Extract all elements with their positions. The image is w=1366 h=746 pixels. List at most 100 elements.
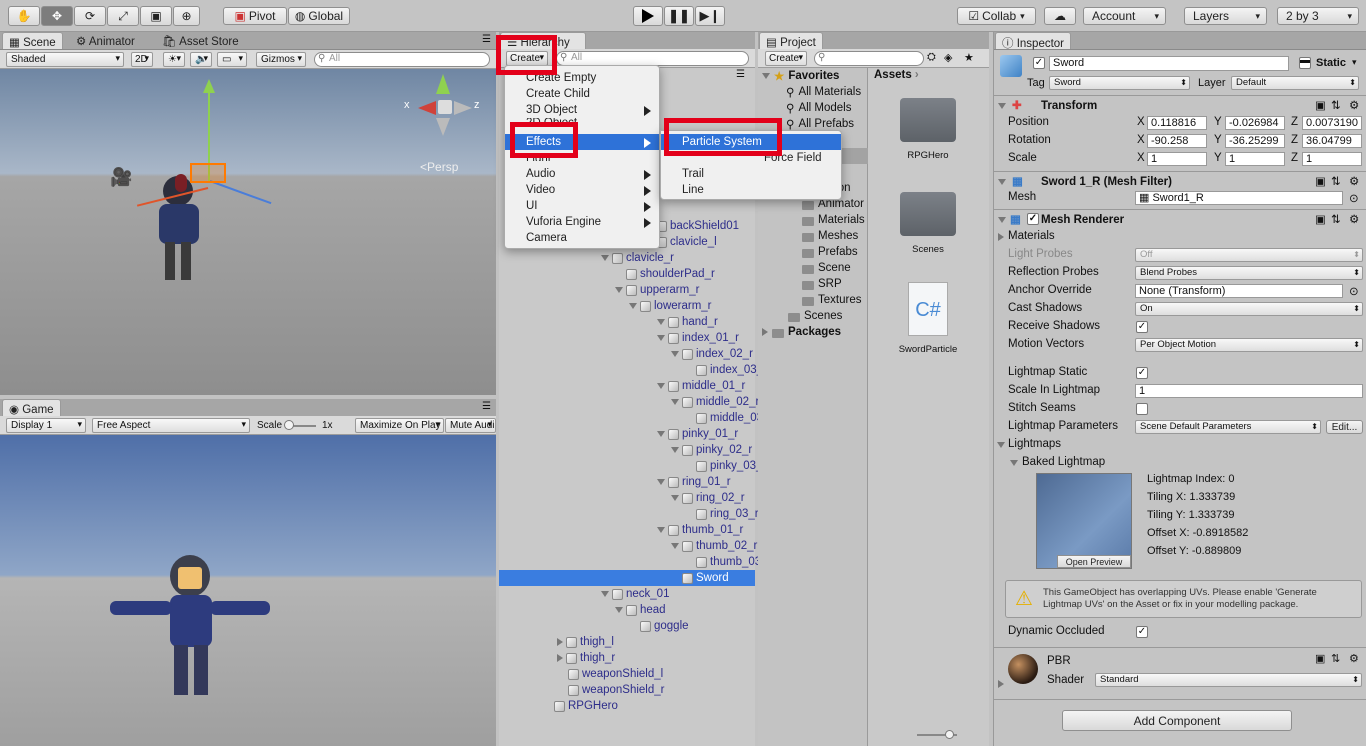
- submenu-trail[interactable]: Trail: [661, 166, 841, 182]
- project-search-input[interactable]: [814, 51, 924, 66]
- rotate-tool-button[interactable]: ⟳: [74, 6, 106, 26]
- favorite-star-icon[interactable]: ★: [964, 51, 974, 64]
- step-button[interactable]: ▶❙: [695, 6, 725, 26]
- cloud-button[interactable]: ☁: [1044, 7, 1076, 25]
- preset-icon[interactable]: ⇅: [1331, 174, 1341, 188]
- tree-packages[interactable]: Packages: [762, 324, 841, 340]
- 2d-toggle[interactable]: 2D: [131, 52, 153, 67]
- tree-srp[interactable]: SRP: [802, 276, 842, 292]
- scale-z-input[interactable]: 1: [1302, 152, 1362, 166]
- hierarchy-menu-icon[interactable]: ☰: [736, 69, 745, 80]
- hand-tool-button[interactable]: ✋: [8, 6, 40, 26]
- shader-dropdown[interactable]: Standard: [1095, 673, 1362, 687]
- maximize-toggle[interactable]: Maximize On Play: [355, 418, 444, 433]
- lightmap-static-checkbox[interactable]: ✓: [1136, 367, 1148, 379]
- object-picker-icon[interactable]: ⊙: [1349, 284, 1359, 298]
- tree-textures[interactable]: Textures: [802, 292, 861, 308]
- rotation-y-input[interactable]: -36.25299: [1225, 134, 1285, 148]
- scale-in-lightmap-input[interactable]: 1: [1135, 384, 1363, 398]
- stitch-seams-checkbox[interactable]: [1136, 403, 1148, 415]
- lighting-toggle[interactable]: ☀: [163, 52, 185, 67]
- motion-vectors-dropdown[interactable]: Per Object Motion: [1135, 338, 1363, 352]
- collapse-arrow-icon[interactable]: [557, 654, 563, 662]
- filter-type-icon[interactable]: ⛭: [927, 51, 936, 64]
- tag-dropdown[interactable]: Sword: [1049, 76, 1190, 90]
- scale-slider-thumb[interactable]: [284, 420, 294, 430]
- object-name-input[interactable]: Sword: [1049, 56, 1289, 71]
- hierarchy-row[interactable]: head: [615, 602, 666, 618]
- expand-arrow-icon[interactable]: [615, 287, 623, 293]
- dynamic-occluded-checkbox[interactable]: ✓: [1136, 626, 1148, 638]
- reflection-probes-dropdown[interactable]: Blend Probes: [1135, 266, 1363, 280]
- rotation-x-input[interactable]: -90.258: [1147, 134, 1207, 148]
- tree-materials[interactable]: Materials: [802, 212, 865, 228]
- object-picker-icon[interactable]: ⊙: [1349, 191, 1359, 205]
- expand-arrow-icon[interactable]: [671, 447, 679, 453]
- scene-search-input[interactable]: All: [314, 52, 490, 67]
- scene-viewport[interactable]: 🎥 x z <Persp: [0, 69, 496, 395]
- static-dropdown-icon[interactable]: ▾: [1352, 57, 1357, 68]
- preset-icon[interactable]: ⇅: [1331, 212, 1341, 226]
- collapse-arrow-icon[interactable]: [557, 638, 563, 646]
- expand-arrow-icon[interactable]: [657, 383, 665, 389]
- gizmos-dropdown[interactable]: Gizmos: [256, 52, 306, 67]
- expand-arrow-icon[interactable]: [671, 399, 679, 405]
- expand-arrow-icon[interactable]: [657, 319, 665, 325]
- hierarchy-row[interactable]: lowerarm_r: [629, 298, 712, 314]
- cast-shadows-dropdown[interactable]: On: [1135, 302, 1363, 316]
- tree-scene[interactable]: Scene: [802, 260, 851, 276]
- hierarchy-row[interactable]: index_01_r: [657, 330, 739, 346]
- fav-all-models[interactable]: ⚲ All Models: [786, 100, 852, 116]
- global-button[interactable]: ◍ Global: [288, 7, 350, 25]
- mesh-filter-header[interactable]: ▦ Sword 1_R (Mesh Filter) ▣ ⇅ ⚙: [994, 171, 1366, 191]
- layers-dropdown[interactable]: Layers ▾: [1184, 7, 1267, 25]
- expand-arrow-icon[interactable]: [671, 351, 679, 357]
- tab-asset-store[interactable]: 🛍 Asset Store: [156, 32, 245, 49]
- expand-arrow-icon[interactable]: [629, 303, 637, 309]
- expand-arrow-icon[interactable]: [671, 495, 679, 501]
- mesh-renderer-enabled-checkbox[interactable]: ✓: [1027, 213, 1039, 225]
- shading-dropdown[interactable]: Shaded: [6, 52, 124, 67]
- panel-menu-icon[interactable]: ☰: [482, 34, 491, 45]
- layer-dropdown[interactable]: Default: [1231, 76, 1359, 90]
- hierarchy-row[interactable]: neck_01: [601, 586, 669, 602]
- scale-tool-button[interactable]: ⤢: [107, 6, 139, 26]
- rotation-z-input[interactable]: 36.04799: [1302, 134, 1362, 148]
- scale-x-input[interactable]: 1: [1147, 152, 1207, 166]
- assets-breadcrumb[interactable]: Assets ›: [874, 69, 919, 81]
- preset-icon[interactable]: ⇅: [1331, 98, 1341, 112]
- tab-inspector[interactable]: ⓘ Inspector: [995, 32, 1072, 50]
- mute-toggle[interactable]: Mute Audi: [445, 418, 496, 433]
- gear-icon[interactable]: ⚙: [1349, 212, 1359, 226]
- account-dropdown[interactable]: Account ▾: [1083, 7, 1166, 25]
- fav-all-materials[interactable]: ⚲ All Materials: [786, 84, 861, 100]
- position-x-input[interactable]: 0.118816: [1147, 116, 1207, 130]
- hierarchy-row[interactable]: ring_01_r: [657, 474, 731, 490]
- lightmap-params-edit-button[interactable]: Edit...: [1326, 420, 1363, 434]
- material-collapse-icon[interactable]: [998, 680, 1004, 688]
- menu-ui[interactable]: UI: [505, 198, 659, 214]
- rect-tool-button[interactable]: ▣: [140, 6, 172, 26]
- menu-camera[interactable]: Camera: [505, 230, 659, 246]
- hierarchy-row[interactable]: thumb_02_r: [671, 538, 757, 554]
- hierarchy-row[interactable]: index_03_r: [685, 362, 767, 378]
- gear-icon[interactable]: ⚙: [1349, 652, 1359, 665]
- icon-size-slider-thumb[interactable]: [945, 730, 954, 739]
- hierarchy-row[interactable]: upperarm_r: [615, 282, 699, 298]
- hierarchy-row[interactable]: shoulderPad_r: [615, 266, 715, 282]
- hierarchy-row[interactable]: thigh_l: [557, 634, 614, 650]
- hierarchy-row[interactable]: pinky_01_r: [657, 426, 738, 442]
- project-create-dropdown[interactable]: Create: [765, 51, 807, 66]
- game-viewport[interactable]: [0, 435, 496, 746]
- tab-project[interactable]: ▤ Project: [759, 32, 823, 49]
- materials-row[interactable]: Materials: [994, 228, 1366, 246]
- help-icon[interactable]: ▣: [1315, 652, 1325, 665]
- menu-video[interactable]: Video: [505, 182, 659, 198]
- hierarchy-row[interactable]: middle_02_r: [671, 394, 759, 410]
- pause-button[interactable]: ❚❚: [664, 6, 694, 26]
- menu-3d-object[interactable]: 3D Object: [505, 102, 659, 118]
- hierarchy-row[interactable]: clavicle_r: [601, 250, 674, 266]
- expand-arrow-icon[interactable]: [671, 543, 679, 549]
- hierarchy-search-input[interactable]: All: [556, 51, 749, 66]
- active-checkbox[interactable]: ✓: [1033, 57, 1045, 69]
